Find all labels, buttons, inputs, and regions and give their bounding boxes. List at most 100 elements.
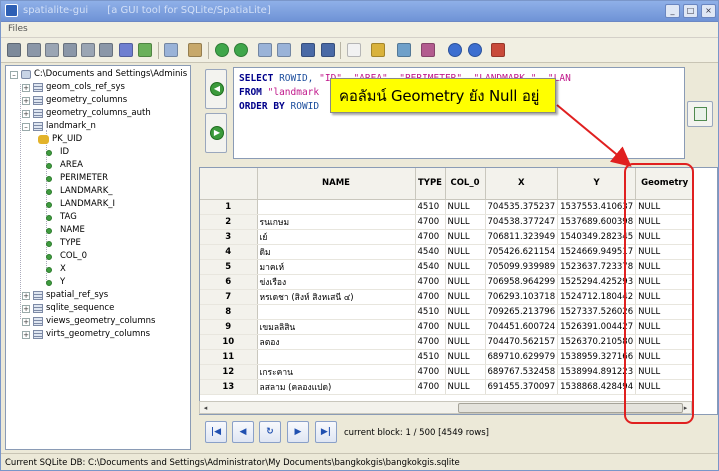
row-number-header[interactable] [200, 168, 258, 200]
collapse-toggle[interactable]: – [10, 70, 18, 79]
prev-block-button[interactable]: ◀ [232, 421, 254, 443]
table-row[interactable]: 7 หรเดชา (สิงห์ สิงหเสนี ๔) 4700 NULL 706293… [200, 289, 695, 305]
row-number[interactable]: 5 [200, 259, 258, 275]
row-number[interactable]: 8 [200, 304, 258, 320]
table-row[interactable]: 9 เขมลลิสิน 4700 NULL 704451.600724 1526391.0… [200, 319, 695, 335]
virtual-shapefile-icon[interactable] [188, 43, 202, 57]
table-row[interactable]: 12 เกระคาน 4700 NULL 689767.532458 1538994.89… [200, 364, 695, 380]
tree-column[interactable]: LANDMARK_ [44, 185, 113, 198]
tree-table[interactable]: + spatial_ref_sys [22, 289, 108, 302]
row-number[interactable]: 2 [200, 214, 258, 230]
tree-table[interactable]: + views_geometry_columns [22, 315, 155, 328]
help-icon[interactable] [397, 43, 411, 57]
tree-column[interactable]: PK_UID [38, 133, 82, 146]
sql-history-forward-button[interactable]: ▶ [205, 113, 227, 153]
expand-toggle[interactable]: + [22, 330, 30, 339]
tree-column[interactable]: AREA [44, 159, 83, 172]
expand-toggle[interactable]: + [22, 291, 30, 300]
tree-column[interactable]: LANDMARK_I [44, 198, 115, 211]
tree-root[interactable]: – C:\Documents and Settings\Adminis [10, 68, 187, 81]
tree-table[interactable]: + sqlite_sequence [22, 302, 114, 315]
tree-table[interactable]: + geometry_columns [22, 94, 127, 107]
column-header[interactable]: TYPE [415, 168, 446, 200]
info-icon[interactable] [448, 43, 462, 57]
row-number[interactable]: 6 [200, 274, 258, 290]
tree-table[interactable]: + geom_cols_ref_sys [22, 81, 125, 94]
table-row[interactable]: 6 ข่งเรือง 4700 NULL 706958.964299 1525294.42… [200, 274, 695, 290]
first-block-button[interactable]: |◀ [205, 421, 227, 443]
tree-column[interactable]: Y [44, 276, 65, 289]
row-number[interactable]: 4 [200, 244, 258, 260]
charset-icon[interactable] [371, 43, 385, 57]
table-row[interactable]: 11 4510 NULL 689710.629979 1538959.327166 NUL… [200, 349, 695, 365]
row-number[interactable]: 7 [200, 289, 258, 305]
tree-table-open[interactable]: – landmark_n [22, 120, 96, 133]
load-dbf-icon[interactable] [301, 43, 315, 57]
refresh-button[interactable]: ↻ [259, 421, 281, 443]
disconnect-db-icon[interactable] [45, 43, 59, 57]
column-header[interactable]: X [485, 168, 559, 200]
sql-script-icon[interactable] [138, 43, 152, 57]
scroll-left-icon[interactable]: ◂ [200, 403, 211, 413]
row-number[interactable]: 1 [200, 199, 258, 215]
expand-toggle[interactable]: + [22, 317, 30, 326]
expand-toggle[interactable]: + [22, 109, 30, 118]
vacuum-icon[interactable] [119, 43, 133, 57]
tree-table[interactable]: + virts_geometry_columns [22, 328, 150, 341]
memory-db-save-icon[interactable] [81, 43, 95, 57]
next-block-button[interactable]: ▶ [287, 421, 309, 443]
about-icon[interactable] [468, 43, 482, 57]
menu-files[interactable]: Files [8, 24, 28, 34]
table-row[interactable]: 13 ลสลาม (คลองแปด) 4700 NULL 691455.370097 15… [200, 379, 695, 395]
tree-column[interactable]: ID [44, 146, 69, 159]
row-number[interactable]: 9 [200, 319, 258, 335]
tree-column[interactable]: TAG [44, 211, 77, 224]
tree-column[interactable]: X [44, 263, 66, 276]
table-row[interactable]: 4 ดิม 4540 NULL 705426.621154 1524669.949517 N… [200, 244, 695, 260]
connect-db-icon[interactable] [7, 43, 21, 57]
tree-column[interactable]: COL_0 [44, 250, 87, 263]
network-icon[interactable] [215, 43, 229, 57]
table-row[interactable]: 1 4510 NULL 704535.375237 1537553.410637 NULL [200, 199, 695, 215]
load-txt-icon[interactable] [258, 43, 272, 57]
db-tree[interactable]: – C:\Documents and Settings\Adminis + ge… [5, 65, 191, 450]
last-block-button[interactable]: ▶| [315, 421, 337, 443]
expand-toggle[interactable]: + [22, 304, 30, 313]
memory-db-export-icon[interactable] [99, 43, 113, 57]
srid-icon[interactable] [347, 43, 361, 57]
expand-toggle[interactable]: + [22, 83, 30, 92]
create-db-icon[interactable] [27, 43, 41, 57]
row-number[interactable]: 11 [200, 349, 258, 365]
column-header[interactable]: NAME [257, 168, 416, 200]
attach-db-icon[interactable] [421, 43, 435, 57]
horizontal-scrollbar[interactable]: ◂ ▸ [199, 401, 692, 414]
tree-column[interactable]: PERIMETER [44, 172, 108, 185]
expand-toggle[interactable]: + [22, 96, 30, 105]
load-shapefile-icon[interactable] [164, 43, 178, 57]
collapse-toggle[interactable]: – [22, 122, 30, 131]
table-row[interactable]: 10 ลตอง 4700 NULL 704470.562157 1526370.21058… [200, 334, 695, 350]
tree-table[interactable]: + geometry_columns_auth [22, 107, 151, 120]
column-header[interactable]: COL_0 [445, 168, 486, 200]
maximize-button[interactable]: □ [683, 4, 698, 18]
memory-db-icon[interactable] [63, 43, 77, 57]
tree-column[interactable]: TYPE [44, 237, 81, 250]
pane-splitter[interactable] [193, 65, 197, 450]
table-row[interactable]: 2 รนเกษม 4700 NULL 704538.377247 1537689.6003… [200, 214, 695, 230]
virtual-dbf-icon[interactable] [321, 43, 335, 57]
exif-icon[interactable] [234, 43, 248, 57]
virtual-txt-icon[interactable] [277, 43, 291, 57]
table-row[interactable]: 3 เย์ 4700 NULL 706811.323949 1540349.282345 N… [200, 229, 695, 245]
row-number[interactable]: 13 [200, 379, 258, 395]
table-row[interactable]: 5 มาคเห์ 4540 NULL 705099.939989 1523637.7233… [200, 259, 695, 275]
table-row[interactable]: 8 4510 NULL 709265.213796 1527337.526026 NULL [200, 304, 695, 320]
tree-column[interactable]: NAME [44, 224, 85, 237]
row-number[interactable]: 10 [200, 334, 258, 350]
exit-icon[interactable] [491, 43, 505, 57]
execute-sql-button[interactable] [687, 101, 713, 127]
row-number[interactable]: 3 [200, 229, 258, 245]
sql-history-back-button[interactable]: ◀ [205, 69, 227, 109]
minimize-button[interactable]: _ [665, 4, 680, 18]
close-button[interactable]: × [701, 4, 716, 18]
row-number[interactable]: 12 [200, 364, 258, 380]
